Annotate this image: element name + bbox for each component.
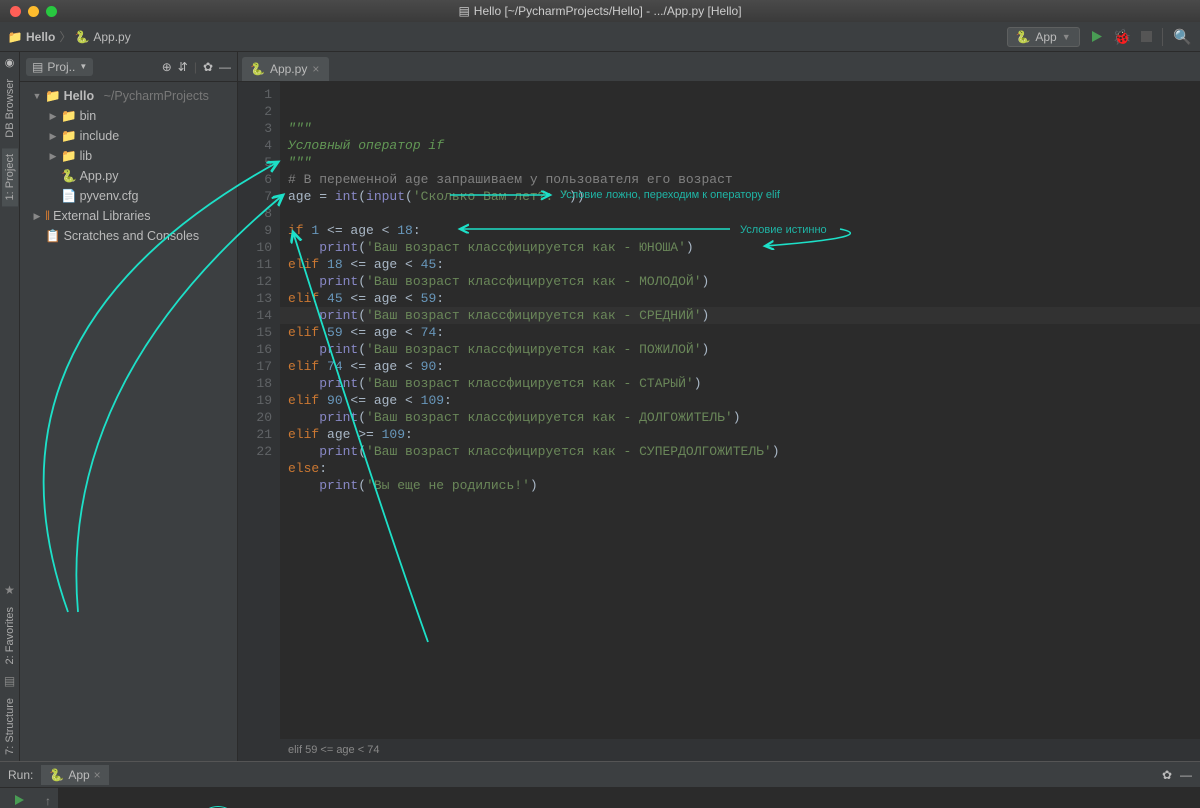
tree-folder-include[interactable]: ▶📁 include [20,126,237,146]
editor-breadcrumb[interactable]: elif 59 <= age < 74 [238,739,1200,761]
python-icon: 🐍 [1016,30,1030,44]
tree-folder-lib[interactable]: ▶📁 lib [20,146,237,166]
stop-button[interactable] [1141,31,1152,42]
editor: 🐍 App.py × 12345678910111213141516171819… [238,52,1200,761]
navigation-bar: 📁 Hello 〉 🐍 App.py 🐍 App ▼ 🐞 🔍 [0,22,1200,52]
code-lines[interactable]: """ Условный оператор if """ # В перемен… [280,82,1200,739]
favorites-icon[interactable]: ★ [4,583,15,597]
tree-external-libraries[interactable]: ▶‖ External Libraries [20,206,237,226]
debug-button[interactable]: 🐞 [1113,28,1132,46]
run-toolbar: ■ ‖ ↵ » [0,788,38,808]
collapse-icon[interactable]: ⇵ [178,60,188,74]
run-button[interactable] [1090,30,1103,43]
maximize-window-button[interactable] [46,6,57,17]
run-panel: Run: 🐍 App × ✿ — ■ ‖ ↵ » ↑ ↓ /Users/dmit… [0,761,1200,808]
annotation-true: Условие истинно [740,222,827,239]
tab-project[interactable]: 1: Project [2,148,18,206]
project-tree: ▼📁 Hello ~/PycharmProjects ▶📁 bin ▶📁 inc… [20,82,237,250]
run-tab-app[interactable]: 🐍 App × [41,765,108,785]
db-browser-icon[interactable]: ◉ [5,56,15,69]
python-file-icon: 🐍 [250,62,265,76]
editor-tab-app[interactable]: 🐍 App.py × [242,57,329,81]
tree-root[interactable]: ▼📁 Hello ~/PycharmProjects [20,86,237,106]
rerun-button[interactable] [13,794,25,806]
line-gutter: 12345678910111213141516171819202122 [238,82,280,739]
locate-icon[interactable]: ⊕ [162,60,172,74]
project-sidebar: ▤ Proj..▼ ⊕ ⇵ | ✿ — ▼📁 Hello ~/PycharmPr… [20,52,238,761]
tree-scratches[interactable]: 📋 Scratches and Consoles [20,226,237,246]
tree-folder-bin[interactable]: ▶📁 bin [20,106,237,126]
python-file-icon: 🐍 [75,30,89,44]
code-area[interactable]: 12345678910111213141516171819202122 """ … [238,82,1200,739]
breadcrumb-file[interactable]: App.py [93,30,130,44]
close-icon[interactable]: × [94,768,101,782]
breadcrumb-project[interactable]: Hello [26,30,55,44]
run-settings-icon[interactable]: ✿ [1162,768,1172,782]
hide-icon[interactable]: — [219,60,231,74]
run-config-selector[interactable]: 🐍 App ▼ [1007,27,1079,47]
left-tool-strip: ◉ DB Browser 1: Project ★ 2: Favorites ▤… [0,52,20,761]
project-view-selector[interactable]: ▤ Proj..▼ [26,58,93,76]
titlebar: ▤ Hello [~/PycharmProjects/Hello] - .../… [0,0,1200,22]
app-icon: ▤ [458,4,469,18]
search-button[interactable]: 🔍 [1173,28,1192,46]
annotation-false: Условие ложно, переходим к оператору eli… [560,187,780,204]
tree-file-app[interactable]: 🐍 App.py [20,166,237,186]
tab-favorites[interactable]: 2: Favorites [2,601,18,670]
window-title: ▤ Hello [~/PycharmProjects/Hello] - .../… [458,4,741,18]
run-output[interactable]: /Users/dmitriy/PycharmProjects/Hello/bin… [58,788,1200,808]
python-icon: 🐍 [49,768,64,782]
close-window-button[interactable] [10,6,21,17]
tree-file-pyvenv[interactable]: 📄 pyvenv.cfg [20,186,237,206]
up-icon[interactable]: ↑ [45,794,51,808]
folder-icon: 📁 [8,30,22,44]
settings-icon[interactable]: ✿ [203,60,213,74]
tab-structure[interactable]: 7: Structure [2,692,18,761]
structure-icon[interactable]: ▤ [4,674,15,688]
minimize-window-button[interactable] [28,6,39,17]
tab-db-browser[interactable]: DB Browser [2,73,18,144]
close-tab-icon[interactable]: × [312,62,319,76]
run-hide-icon[interactable]: — [1180,768,1192,782]
run-panel-title: Run: [8,768,33,782]
